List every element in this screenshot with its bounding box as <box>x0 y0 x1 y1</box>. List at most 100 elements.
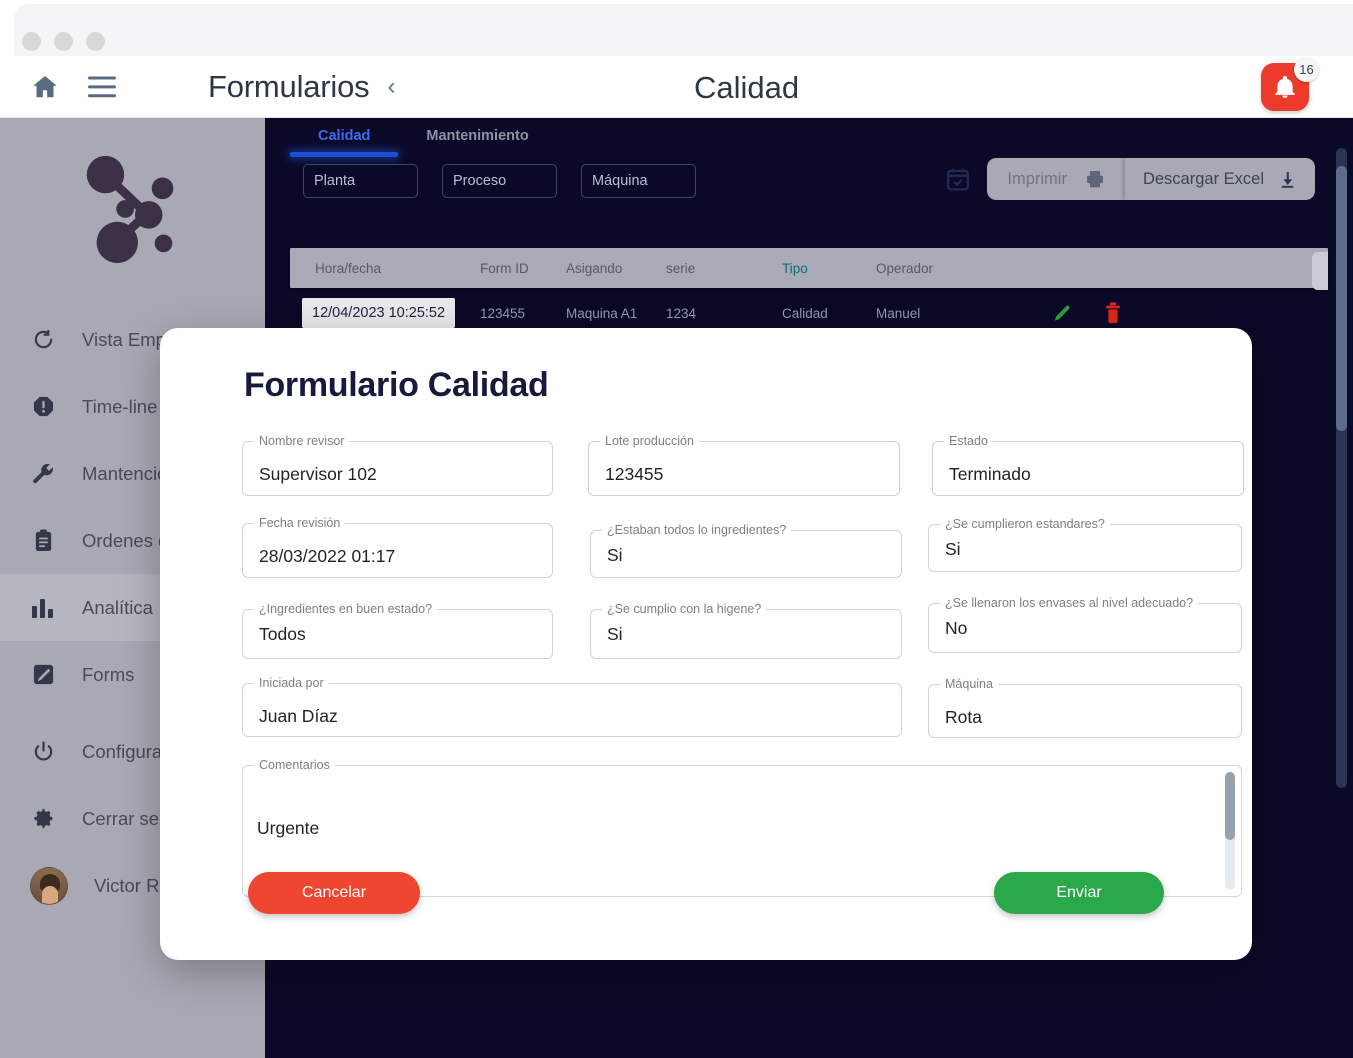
cell-hora-fecha: 12/04/2023 10:25:52 <box>302 298 456 328</box>
field-fecha-revision[interactable]: Fecha revisión 28/03/2022 01:17 <box>242 516 553 578</box>
select-proceso[interactable]: Proceso <box>442 164 557 198</box>
refresh-circle-icon <box>30 327 56 353</box>
select-planta[interactable]: Planta <box>303 164 418 198</box>
side-panel-handle[interactable] <box>1312 252 1328 290</box>
cancel-button[interactable]: Cancelar <box>248 872 420 914</box>
window-chrome <box>14 4 1353 60</box>
sidebar-item-label: Forms <box>82 663 135 685</box>
forms-table: Hora/fecha Form ID Asigando serie Tipo O… <box>290 248 1328 332</box>
back-chevron-icon[interactable]: ‹ <box>387 74 395 99</box>
field-value: Supervisor 102 <box>259 464 377 484</box>
field-estaban-todos-ingredientes[interactable]: ¿Estaban todos lo ingredientes? Si <box>590 523 902 578</box>
avatar <box>30 866 68 905</box>
wrench-icon <box>30 461 56 487</box>
print-button[interactable]: Imprimir <box>987 158 1125 200</box>
print-button-label: Imprimir <box>1007 169 1067 188</box>
calendar-check-icon[interactable] <box>945 166 971 192</box>
cell-operador: Manuel <box>876 305 921 321</box>
field-legend: ¿Se cumplio con la higene? <box>602 602 767 616</box>
window-controls[interactable] <box>22 32 105 51</box>
tab-mantenimiento[interactable]: Mantenimiento <box>398 118 556 154</box>
cell-asigando: Maquina A1 <box>566 305 638 321</box>
section-title: Calidad <box>694 70 800 105</box>
window-close-dot[interactable] <box>22 32 41 51</box>
field-value: No <box>945 618 968 638</box>
select-maquina[interactable]: Máquina <box>581 164 696 198</box>
tab-label: Calidad <box>318 128 371 144</box>
submit-button[interactable]: Enviar <box>994 872 1164 914</box>
download-excel-button[interactable]: Descargar Excel <box>1124 158 1315 200</box>
app-header: Formularios ‹ Calidad 16 <box>0 56 1353 118</box>
select-proceso-label: Proceso <box>453 173 507 189</box>
field-value: Si <box>607 624 623 644</box>
field-value: 123455 <box>605 464 664 484</box>
printer-icon <box>1085 169 1105 189</box>
scrollbar-thumb[interactable] <box>1225 772 1235 840</box>
cell-tipo: Calidad <box>782 305 828 321</box>
field-se-cumplieron-estandares[interactable]: ¿Se cumplieron estandares? Si <box>928 517 1242 572</box>
export-button-group: Imprimir Descargar Excel <box>987 158 1315 200</box>
download-icon <box>1278 170 1297 189</box>
action-bar: Imprimir Descargar Excel <box>945 158 1315 200</box>
download-excel-label: Descargar Excel <box>1142 169 1264 188</box>
scrollbar-thumb[interactable] <box>1336 166 1347 431</box>
row-actions <box>1051 302 1123 324</box>
column-header-hora-fecha: Hora/fecha <box>315 260 382 276</box>
gear-icon <box>30 806 56 832</box>
field-maquina[interactable]: Máquina Rota <box>928 677 1242 738</box>
filter-bar: Planta Proceso Máquina <box>303 164 696 198</box>
field-value: Si <box>945 539 961 559</box>
edit-square-icon <box>30 662 56 688</box>
tab-bar: Calidad Mantenimiento <box>290 118 557 157</box>
comentarios-scrollbar[interactable] <box>1225 772 1235 890</box>
power-icon <box>30 739 56 765</box>
trash-icon[interactable] <box>1103 302 1123 324</box>
tab-label: Mantenimiento <box>426 128 529 144</box>
table-row[interactable]: 12/04/2023 10:25:52 123455 Maquina A1 12… <box>290 294 1328 332</box>
select-maquina-label: Máquina <box>592 173 648 189</box>
alert-octagon-icon <box>30 394 56 420</box>
modal-title: Formulario Calidad <box>244 366 549 404</box>
app-logo <box>0 118 265 298</box>
field-estado[interactable]: Estado Terminado <box>932 434 1244 496</box>
formulario-calidad-modal: Formulario Calidad Nombre revisor Superv… <box>160 328 1252 960</box>
select-planta-label: Planta <box>314 173 356 189</box>
field-ingredientes-buen-estado[interactable]: ¿Ingredientes en buen estado? Todos <box>242 602 553 659</box>
column-header-tipo: Tipo <box>782 260 808 276</box>
field-se-cumplio-higiene[interactable]: ¿Se cumplio con la higene? Si <box>590 602 902 659</box>
cell-serie: 1234 <box>666 305 697 321</box>
window-maximize-dot[interactable] <box>86 32 105 51</box>
field-value: 28/03/2022 01:17 <box>259 546 396 566</box>
field-legend: ¿Se llenaron los envases al nivel adecua… <box>940 596 1199 610</box>
notifications[interactable]: 16 <box>1261 57 1319 111</box>
field-nombre-revisor[interactable]: Nombre revisor Supervisor 102 <box>242 434 553 496</box>
field-value: Urgente <box>257 818 320 838</box>
main-vertical-scrollbar[interactable] <box>1336 148 1347 788</box>
window-minimize-dot[interactable] <box>54 32 73 51</box>
app-root: Formularios ‹ Calidad 16 Vista Empresa T… <box>0 0 1353 1058</box>
field-value: Si <box>607 545 623 565</box>
field-envases-nivel-adecuado[interactable]: ¿Se llenaron los envases al nivel adecua… <box>928 596 1242 653</box>
field-legend: Fecha revisión <box>254 516 346 530</box>
pencil-icon[interactable] <box>1051 302 1073 324</box>
field-legend: Comentarios <box>254 758 335 772</box>
page-title: Formularios <box>208 68 370 104</box>
column-header-operador: Operador <box>876 260 934 276</box>
table-header-row: Hora/fecha Form ID Asigando serie Tipo O… <box>290 248 1328 288</box>
hamburger-menu-icon[interactable] <box>88 76 116 98</box>
field-value: Terminado <box>949 464 1031 484</box>
field-value: Juan Díaz <box>259 706 338 726</box>
home-icon[interactable] <box>30 72 60 102</box>
field-legend: Máquina <box>940 677 998 691</box>
cell-form-id: 123455 <box>480 305 526 321</box>
field-value: Rota <box>945 707 982 727</box>
field-value: Todos <box>259 624 306 644</box>
field-lote-produccion[interactable]: Lote producción 123455 <box>588 434 900 496</box>
column-header-serie: serie <box>666 260 696 276</box>
field-iniciada-por[interactable]: Iniciada por Juan Díaz <box>242 676 902 737</box>
field-legend: ¿Estaban todos lo ingredientes? <box>602 523 792 537</box>
field-legend: ¿Se cumplieron estandares? <box>940 517 1110 531</box>
sidebar-item-label: Analítica <box>82 596 153 618</box>
field-legend: ¿Ingredientes en buen estado? <box>254 602 438 616</box>
tab-calidad[interactable]: Calidad <box>290 118 399 157</box>
